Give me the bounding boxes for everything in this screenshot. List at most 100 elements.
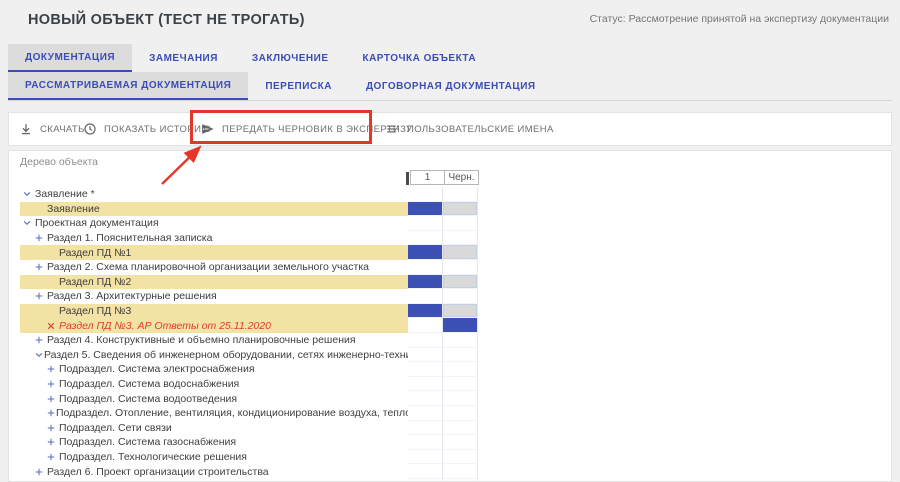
tab-correspondence[interactable]: ПЕРЕПИСКА [248, 72, 349, 100]
draft-cell[interactable] [443, 304, 478, 319]
version-1-cell [408, 333, 443, 348]
tree-row[interactable]: Раздел ПД №3 [9, 304, 891, 319]
plus-icon[interactable] [34, 335, 47, 345]
tree-row[interactable]: Заявление * [9, 187, 891, 202]
tree-panel: Дерево объекта 1 Черн. Заявление *Заявле… [8, 150, 892, 482]
tab-conclusion[interactable]: ЗАКЛЮЧЕНИЕ [235, 44, 346, 72]
draft-cell [443, 391, 478, 406]
version-1-cell [408, 464, 443, 479]
tree-row-label-area[interactable]: Раздел 2. Схема планировочной организаци… [9, 260, 408, 275]
tree-row[interactable]: Раздел ПД №1 [9, 245, 891, 260]
tree-row-label-area[interactable]: Подраздел. Система водоснабжения [9, 377, 408, 392]
tree-row-label-area[interactable]: Подраздел. Система электроснабжения [9, 362, 408, 377]
tree-row-label-area[interactable]: Подраздел. Сети связи [9, 421, 408, 436]
version-1-cell[interactable] [408, 304, 443, 319]
tree-row[interactable]: Подраздел. Система газоснабжения [9, 435, 891, 450]
tree-row-label-area[interactable]: Раздел ПД №1 [9, 245, 408, 260]
tree-row[interactable]: Подраздел. Отопление, вентиляция, кондиц… [9, 406, 891, 421]
draft-cell [443, 348, 478, 363]
plus-icon[interactable] [34, 262, 47, 272]
draft-cell [443, 231, 478, 246]
status-text: Статус: Рассмотрение принятой на эксперт… [590, 13, 889, 25]
version-1-cell [408, 377, 443, 392]
tree-row[interactable]: Раздел ПД №3. АР Ответы от 25.11.2020 [9, 318, 891, 333]
tab-remarks[interactable]: ЗАМЕЧАНИЯ [132, 44, 235, 72]
tree-row-title: Раздел ПД №3. АР Ответы от 25.11.2020 [59, 320, 271, 332]
tree-row[interactable]: Раздел 2. Схема планировочной организаци… [9, 260, 891, 275]
tabs-primary: ДОКУМЕНТАЦИЯЗАМЕЧАНИЯЗАКЛЮЧЕНИЕКАРТОЧКА … [8, 44, 493, 72]
plus-icon[interactable] [34, 233, 47, 243]
draft-cell[interactable] [443, 245, 478, 260]
tree-row[interactable]: Раздел 4. Конструктивные и объемно плани… [9, 333, 891, 348]
tree-row[interactable]: Раздел 1. Пояснительная записка [9, 231, 891, 246]
plus-icon[interactable] [46, 364, 59, 374]
tree-row[interactable]: Подраздел. Система водоснабжения [9, 377, 891, 392]
draft-cell [443, 450, 478, 465]
send-draft-to-expertise-button[interactable]: ПЕРЕДАТЬ ЧЕРНОВИК В ЭКСПЕРТИЗУ [201, 113, 413, 145]
tree-row[interactable]: Проектная документация [9, 216, 891, 231]
tree-row-title: Раздел ПД №1 [59, 247, 131, 259]
plus-icon[interactable] [46, 379, 59, 389]
draft-cell [443, 333, 478, 348]
download-button[interactable]: СКАЧАТЬ [19, 113, 85, 145]
tree-row-label-area[interactable]: Раздел ПД №3 [9, 304, 408, 319]
tree-row-label-area[interactable]: Раздел 5. Сведения об инженерном оборудо… [9, 348, 408, 363]
user-names-button[interactable]: ПОЛЬЗОВАТЕЛЬСКИЕ ИМЕНА [386, 113, 554, 145]
tree-row-label-area[interactable]: Раздел 4. Конструктивные и объемно плани… [9, 333, 408, 348]
tree-row-label-area[interactable]: Раздел ПД №2 [9, 275, 408, 290]
plus-icon[interactable] [46, 408, 56, 418]
tree-row[interactable]: Подраздел. Технологические решения [9, 450, 891, 465]
tab-object-card[interactable]: КАРТОЧКА ОБЪЕКТА [345, 44, 493, 72]
plus-icon[interactable] [46, 437, 59, 447]
tree-row-title: Заявление [47, 203, 100, 215]
version-1-cell [408, 406, 443, 421]
tree-row-label-area[interactable]: Заявление [9, 202, 408, 217]
tree-row[interactable]: Подраздел. Система водоотведения [9, 391, 891, 406]
draft-cell[interactable] [443, 202, 478, 217]
tree-row-label-area[interactable]: Подраздел. Система газоснабжения [9, 435, 408, 450]
draft-cell[interactable] [443, 318, 478, 333]
plus-icon[interactable] [46, 423, 59, 433]
tree-row[interactable]: Раздел 6. Проект организации строительст… [9, 464, 891, 479]
tree-row-label-area[interactable]: Раздел 3. Архитектурные решения [9, 289, 408, 304]
tree-row-label-area[interactable]: Раздел ПД №3. АР Ответы от 25.11.2020 [9, 318, 408, 333]
tree-row-title: Подраздел. Система газоснабжения [59, 436, 236, 448]
tab-reviewed-documentation[interactable]: РАССМАТРИВАЕМАЯ ДОКУМЕНТАЦИЯ [8, 72, 248, 100]
tree-row[interactable]: Подраздел. Система электроснабжения [9, 362, 891, 377]
tab-contract-documentation[interactable]: ДОГОВОРНАЯ ДОКУМЕНТАЦИЯ [349, 72, 553, 100]
chevron-down-icon[interactable] [22, 189, 35, 199]
tree-row-label-area[interactable]: Раздел 1. Пояснительная записка [9, 231, 408, 246]
tree-row-title: Раздел 4. Конструктивные и объемно плани… [47, 334, 356, 346]
show-history-button[interactable]: ПОКАЗАТЬ ИСТОРИЮ [83, 113, 211, 145]
version-1-cell[interactable] [408, 245, 443, 260]
user-names-icon [386, 122, 400, 136]
page-title: НОВЫЙ ОБЪЕКТ (ТЕСТ НЕ ТРОГАТЬ) [28, 12, 305, 28]
draft-cell [443, 289, 478, 304]
tree-row[interactable]: Раздел 5. Сведения об инженерном оборудо… [9, 348, 891, 363]
tree-row-title: Подраздел. Система водоснабжения [59, 378, 239, 390]
tree-row-label-area[interactable]: Подраздел. Технологические решения [9, 450, 408, 465]
version-1-cell[interactable] [408, 275, 443, 290]
tree-row[interactable]: Подраздел. Сети связи [9, 421, 891, 436]
send-icon [201, 122, 215, 136]
tree-row-label-area[interactable]: Заявление * [9, 187, 408, 202]
chevron-down-icon[interactable] [22, 218, 35, 228]
tree-row-label-area[interactable]: Подраздел. Отопление, вентиляция, кондиц… [9, 406, 408, 421]
toolbar: СКАЧАТЬПОКАЗАТЬ ИСТОРИЮПЕРЕДАТЬ ЧЕРНОВИК… [8, 112, 892, 146]
version-1-cell[interactable] [408, 202, 443, 217]
chevron-down-icon[interactable] [34, 350, 44, 360]
tree-row-label-area[interactable]: Проектная документация [9, 216, 408, 231]
plus-icon[interactable] [46, 394, 59, 404]
tree-row-label-area[interactable]: Раздел 6. Проект организации строительст… [9, 464, 408, 479]
tree-row[interactable]: Раздел ПД №2 [9, 275, 891, 290]
tree-row-title: Раздел 2. Схема планировочной организаци… [47, 261, 369, 273]
plus-icon[interactable] [34, 467, 47, 477]
plus-icon[interactable] [46, 452, 59, 462]
tree-row-label-area[interactable]: Подраздел. Система водоотведения [9, 391, 408, 406]
tree-row-title: Проектная документация [35, 217, 159, 229]
tree-row[interactable]: Заявление [9, 202, 891, 217]
draft-cell[interactable] [443, 275, 478, 290]
plus-icon[interactable] [34, 291, 47, 301]
tree-row[interactable]: Раздел 3. Архитектурные решения [9, 289, 891, 304]
tab-documentation[interactable]: ДОКУМЕНТАЦИЯ [8, 44, 132, 72]
